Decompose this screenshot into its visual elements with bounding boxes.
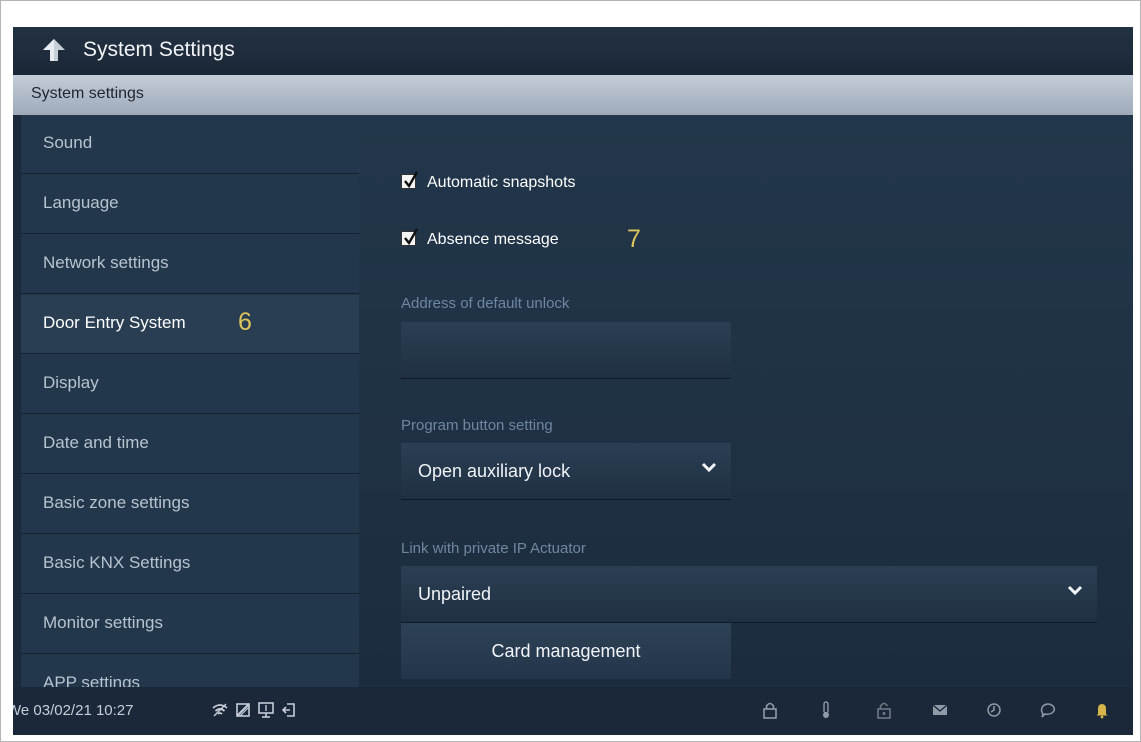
sidebar-item-label: Basic KNX Settings	[43, 553, 191, 572]
history-icon	[987, 703, 1001, 717]
chevron-down-icon	[701, 462, 717, 473]
status-bar: We 03/02/21 10:27	[13, 687, 1133, 735]
sidebar-item-label: APP settings	[43, 673, 141, 687]
callout-number-7: 7	[627, 225, 641, 253]
automatic-snapshots-checkbox[interactable]	[401, 171, 419, 189]
program-button-label: Program button setting	[401, 417, 553, 434]
sidebar-item-monitor-settings[interactable]: Monitor settings	[21, 595, 359, 654]
absence-message-label: Absence message	[427, 231, 559, 248]
ip-actuator-value: Unpaired	[418, 584, 492, 604]
mail-icon	[932, 704, 948, 715]
sidebar-item-label: Monitor settings	[43, 613, 163, 632]
title-bar: System Settings	[13, 27, 1133, 75]
back-arrow-icon[interactable]	[41, 37, 67, 63]
sidebar-item-language[interactable]: Language	[21, 175, 359, 234]
chevron-down-icon	[1067, 585, 1083, 596]
program-button-dropdown[interactable]: Open auxiliary lock	[401, 443, 731, 499]
checkmark-icon	[404, 228, 419, 246]
message-icon	[1040, 703, 1056, 718]
sidebar-item-display[interactable]: Display	[21, 355, 359, 414]
checkmark-icon	[404, 171, 419, 189]
sidebar-item-label: Display	[43, 373, 99, 392]
status-datetime: We 03/02/21 10:27	[13, 702, 134, 719]
sidebar-item-label: Basic zone settings	[43, 493, 190, 512]
card-management-button[interactable]: Card management	[401, 623, 731, 679]
sidebar-item-label: Network settings	[43, 253, 169, 272]
section-title: System settings	[31, 85, 144, 102]
sidebar-item-sound[interactable]: Sound	[21, 115, 359, 174]
sidebar-item-basic-knx-settings[interactable]: Basic KNX Settings	[21, 535, 359, 594]
sidebar-item-app-settings[interactable]: APP settings	[21, 655, 359, 687]
sidebar-item-label: Date and time	[43, 433, 149, 452]
default-unlock-field[interactable]	[401, 322, 731, 378]
bell-icon	[1096, 704, 1108, 719]
exit-icon	[281, 703, 295, 717]
absence-message-checkbox[interactable]	[401, 228, 419, 246]
unlock-icon	[877, 702, 891, 719]
callout-number-6: 6	[238, 308, 252, 336]
program-button-value: Open auxiliary lock	[418, 461, 571, 481]
default-unlock-label: Address of default unlock	[401, 295, 570, 312]
page-title: System Settings	[83, 38, 235, 61]
sidebar-item-door-entry-system[interactable]: Door Entry System 6	[21, 295, 359, 354]
sidebar-item-date-and-time[interactable]: Date and time	[21, 415, 359, 474]
automatic-snapshots-label: Automatic snapshots	[427, 174, 576, 191]
wifi-icon	[212, 703, 228, 717]
sidebar-item-label: Sound	[43, 133, 93, 152]
sidebar-item-label: Door Entry System	[43, 313, 186, 332]
lock-icon	[763, 702, 777, 719]
settings-content: Automatic snapshots Absence message 7 Ad…	[359, 115, 1133, 687]
sidebar-item-basic-zone-settings[interactable]: Basic zone settings	[21, 475, 359, 534]
sidebar-item-label: Language	[43, 193, 119, 212]
section-header: System settings	[13, 75, 1133, 115]
app-frame: System Settings System settings Sound La…	[0, 0, 1141, 742]
ip-actuator-dropdown[interactable]: Unpaired	[401, 566, 1097, 622]
device-screen: System Settings System settings Sound La…	[13, 27, 1133, 735]
settings-sidebar: Sound Language Network settings Door Ent…	[21, 115, 359, 687]
monitor-icon	[258, 702, 274, 718]
no-disturb-icon	[236, 703, 250, 717]
sidebar-item-network-settings[interactable]: Network settings	[21, 235, 359, 294]
thermometer-icon	[823, 701, 829, 718]
ip-actuator-label: Link with private IP Actuator	[401, 540, 586, 557]
